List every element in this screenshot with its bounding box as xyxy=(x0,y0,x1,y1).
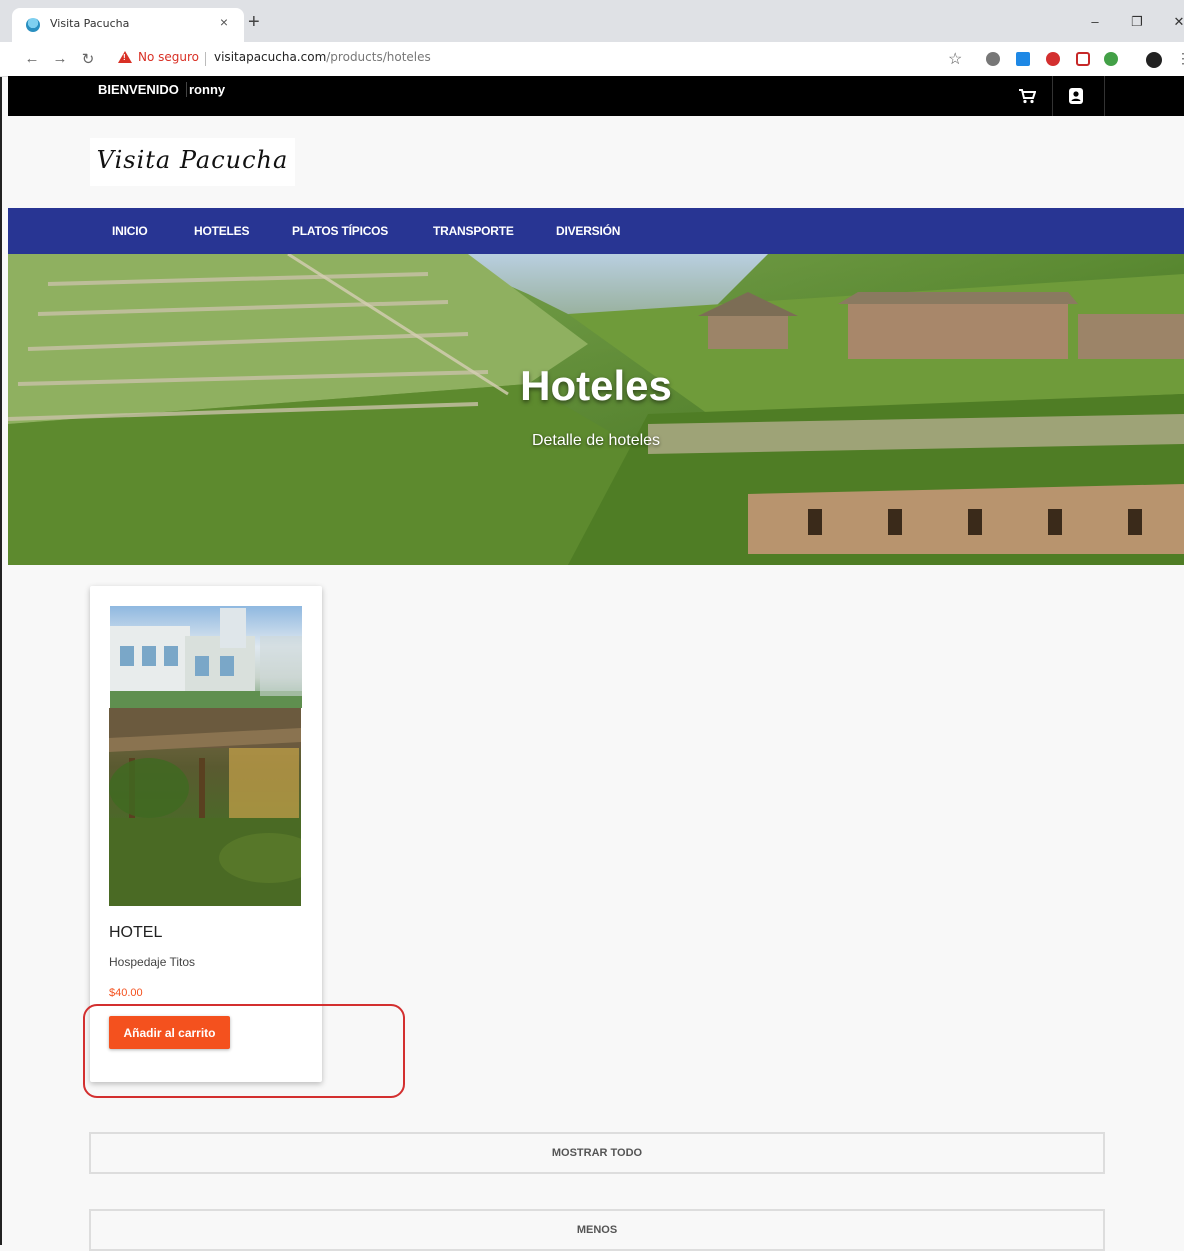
extension-icon[interactable] xyxy=(1016,52,1030,66)
warning-icon[interactable] xyxy=(118,51,132,63)
tab-title: Visita Pacucha xyxy=(50,17,130,30)
browser-toolbar: ← → ↻ No seguro visitapacucha.com/produc… xyxy=(0,42,1184,77)
nav-item-inicio[interactable]: INICIO xyxy=(112,224,148,238)
close-tab-icon[interactable]: × xyxy=(216,14,232,30)
minimize-button[interactable]: – xyxy=(1080,14,1110,29)
hotel-garden-illustration xyxy=(109,708,319,906)
page-left-border xyxy=(0,0,2,1245)
product-category: HOTEL xyxy=(109,924,163,941)
browser-menu-icon[interactable]: ⋮ xyxy=(1176,50,1184,67)
hotel-building-image[interactable] xyxy=(110,606,302,708)
reload-icon[interactable]: ↻ xyxy=(78,50,98,68)
annotation-highlight xyxy=(83,1004,405,1098)
extension-icon[interactable] xyxy=(1076,52,1090,66)
url-path: /products/hoteles xyxy=(326,50,431,64)
user-profile-icon[interactable] xyxy=(1068,87,1084,105)
forward-arrow-icon[interactable]: → xyxy=(50,50,70,67)
security-indicator[interactable]: No seguro xyxy=(138,50,199,64)
extension-icon[interactable] xyxy=(1046,52,1060,66)
hotel-building-illustration xyxy=(110,608,302,708)
page-subtitle: Detalle de hoteles xyxy=(531,432,661,449)
extension-icon[interactable] xyxy=(1104,52,1118,66)
logo-text: Visita Pacucha xyxy=(96,146,289,174)
restore-button[interactable]: ❐ xyxy=(1122,14,1152,30)
site-logo[interactable]: Visita Pacucha xyxy=(90,138,295,186)
browser-tab[interactable]: Visita Pacucha × xyxy=(12,8,244,42)
bookmark-star-icon[interactable]: ☆ xyxy=(948,49,962,69)
profile-avatar-icon[interactable] xyxy=(1146,52,1162,68)
extension-icon[interactable] xyxy=(986,52,1000,66)
hotel-garden-image[interactable] xyxy=(109,708,319,906)
topbar-divider xyxy=(1052,76,1053,116)
main-nav: INICIO HOTELES PLATOS TÍPICOS TRANSPORTE… xyxy=(8,208,1184,254)
welcome-label: BIENVENIDO xyxy=(98,82,179,97)
url-domain: visitapacucha.com xyxy=(214,50,327,64)
shopping-cart-icon[interactable] xyxy=(1018,88,1036,104)
nav-item-diversion[interactable]: DIVERSIÓN xyxy=(556,224,620,238)
new-tab-button[interactable]: + xyxy=(248,12,260,32)
nav-item-hoteles[interactable]: HOTELES xyxy=(194,224,249,238)
url-separator xyxy=(205,52,206,66)
nav-item-transporte[interactable]: TRANSPORTE xyxy=(433,224,514,238)
hero-banner: Hoteles Detalle de hoteles xyxy=(8,254,1184,565)
page-title: Hoteles xyxy=(520,362,672,409)
show-all-button[interactable]: MOSTRAR TODO xyxy=(89,1132,1105,1174)
address-field[interactable]: visitapacucha.com/products/hoteles xyxy=(214,50,431,64)
close-window-button[interactable]: ✕ xyxy=(1164,14,1184,30)
product-name: Hospedaje Titos xyxy=(109,955,196,969)
topbar-divider xyxy=(1104,76,1105,116)
site-topbar xyxy=(8,76,1184,116)
site-favicon-icon xyxy=(26,18,40,32)
product-price: $40.00 xyxy=(109,987,143,999)
nav-item-platos-tipicos[interactable]: PLATOS TÍPICOS xyxy=(292,224,388,238)
browser-tabstrip: Visita Pacucha × + – ❐ ✕ xyxy=(0,0,1184,42)
back-arrow-icon[interactable]: ← xyxy=(22,50,42,67)
username[interactable]: ronny xyxy=(186,82,225,97)
